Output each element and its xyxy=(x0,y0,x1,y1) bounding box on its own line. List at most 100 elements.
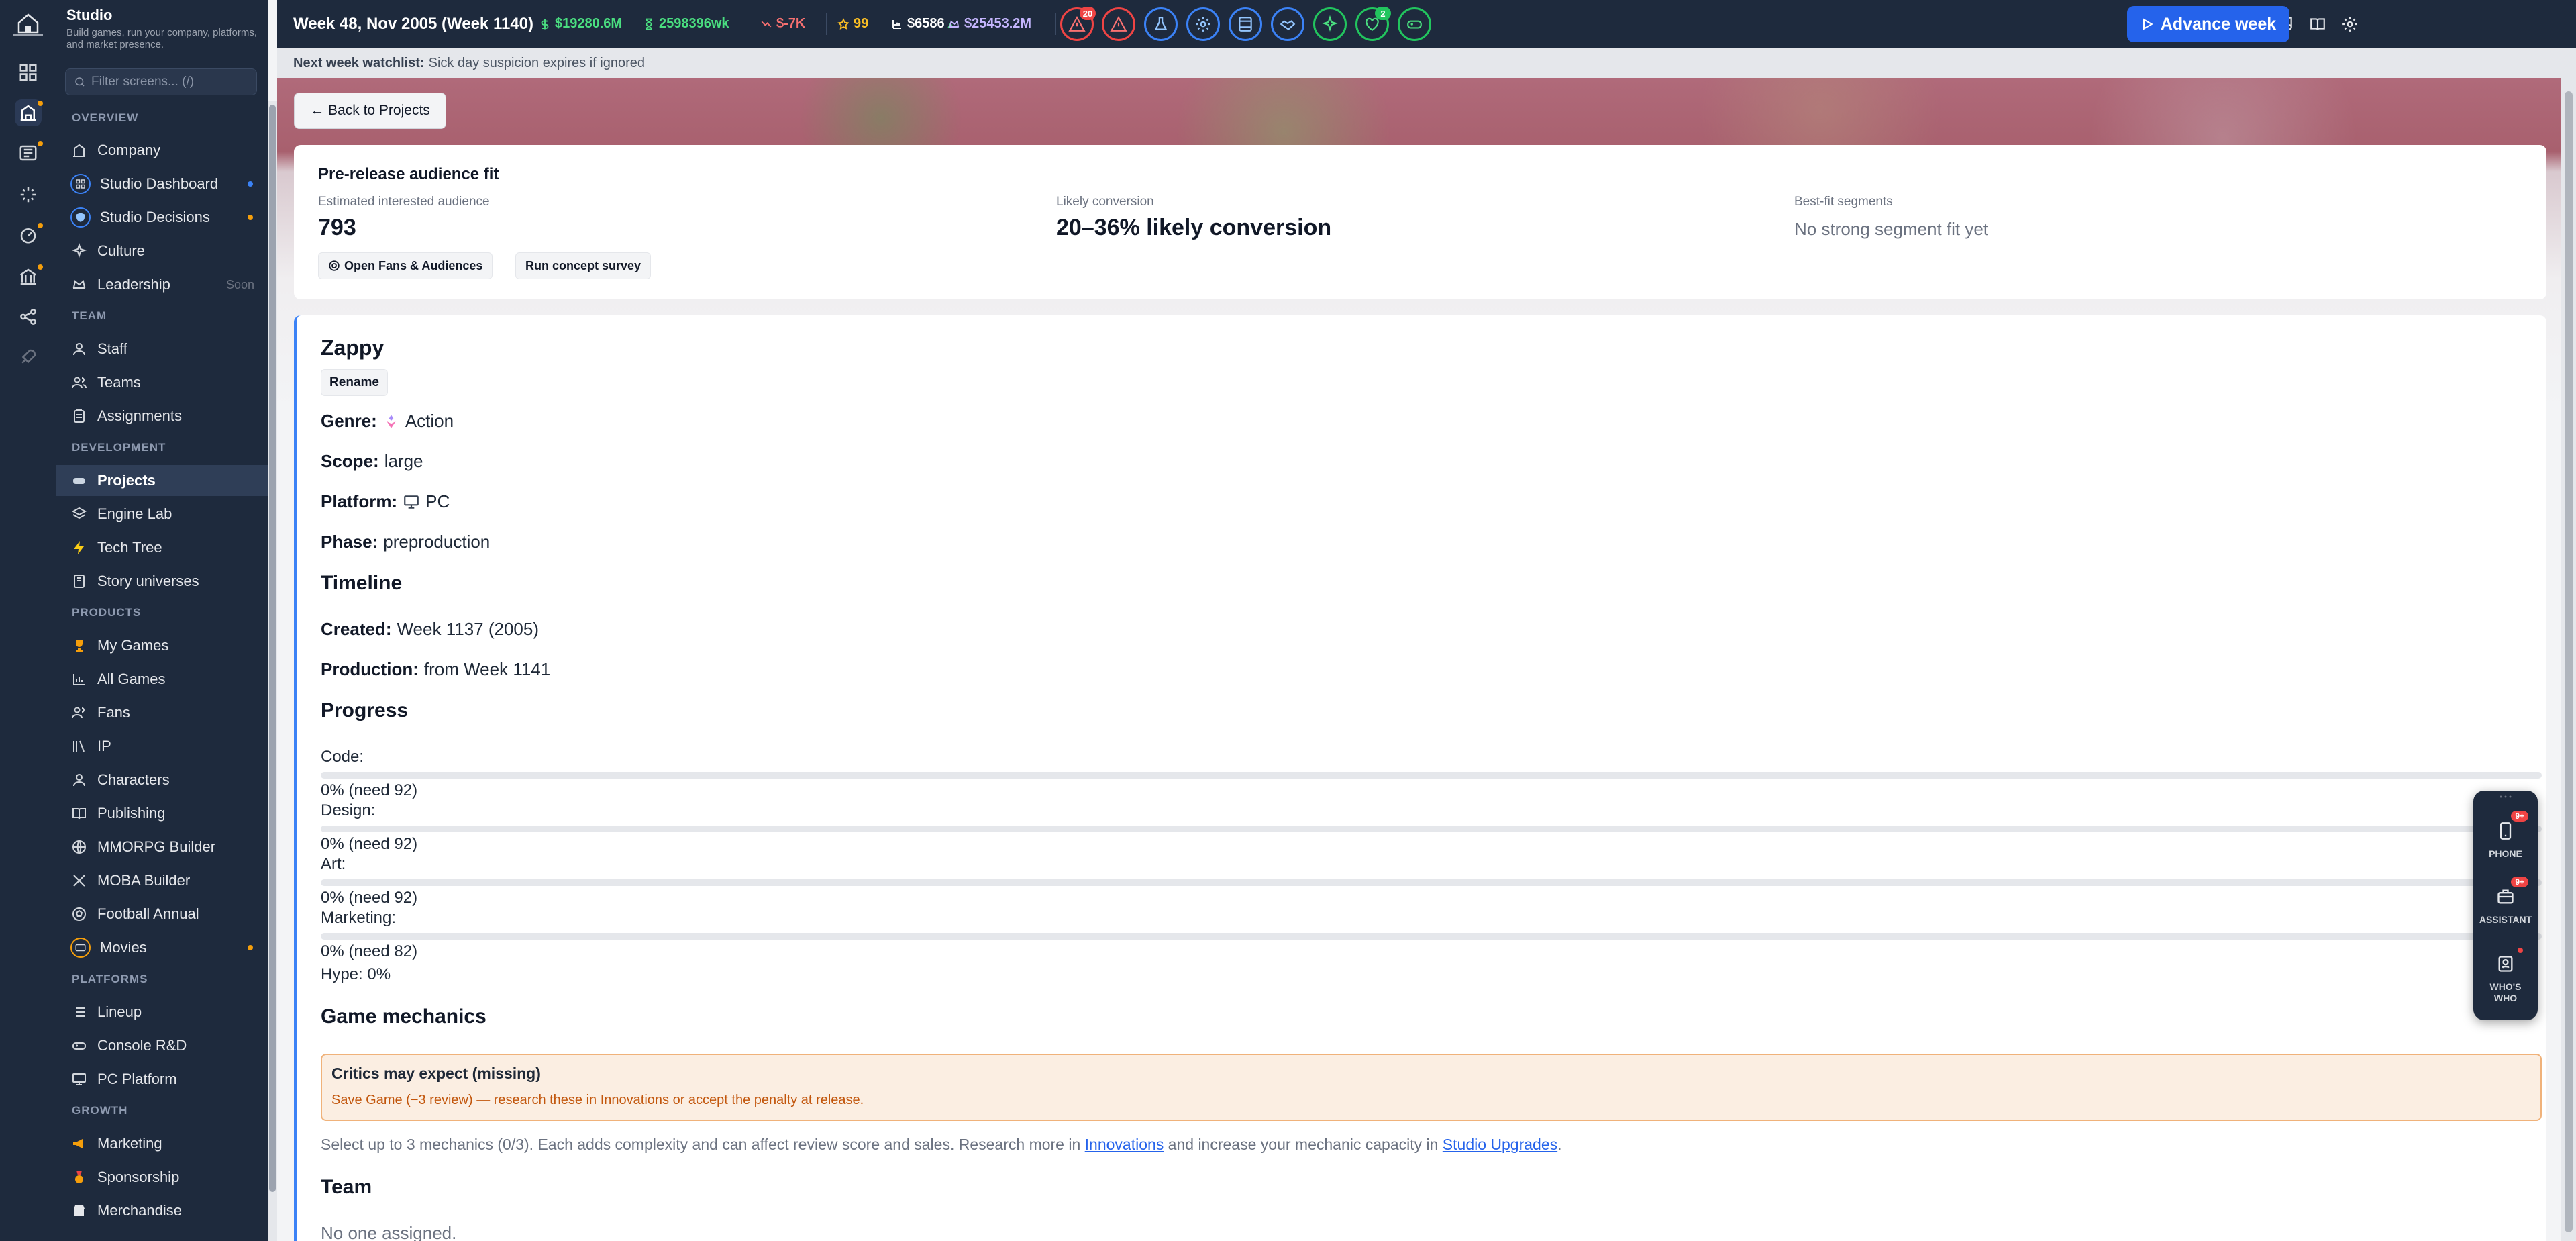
sparkles-icon xyxy=(70,242,88,260)
sidebar-item-mmorpg-builder[interactable]: MMORPG Builder xyxy=(56,832,268,862)
sidebar-scrollbar[interactable] xyxy=(268,101,277,1241)
value-value: $25453.2M xyxy=(964,16,1032,31)
handshake-icon xyxy=(1280,20,1296,30)
list-icon xyxy=(70,1003,88,1021)
alert-badge: 20 xyxy=(1080,7,1096,20)
sidebar-item-merchandise[interactable]: Merchandise xyxy=(56,1195,268,1226)
sidebar-item-my-games[interactable]: My Games xyxy=(56,630,268,661)
rocket-icon[interactable] xyxy=(15,344,42,370)
star-icon xyxy=(837,17,849,30)
engine-button[interactable] xyxy=(1186,7,1220,41)
delta-stat[interactable]: $-7K xyxy=(760,16,805,32)
sidebar-item-moba-builder[interactable]: MOBA Builder xyxy=(56,865,268,896)
sidebar-item-leadership[interactable]: Leadership Soon xyxy=(56,269,268,300)
open-fans-button[interactable]: Open Fans & Audiences xyxy=(318,252,493,279)
assistant-button[interactable]: 9+ ASSISTANT xyxy=(2473,877,2538,926)
advance-week-button[interactable]: Advance week xyxy=(2127,6,2289,42)
film-button[interactable] xyxy=(1229,7,1262,41)
growth-button[interactable] xyxy=(1313,7,1347,41)
main-scrollbar-thumb[interactable] xyxy=(2565,91,2573,1232)
status-dot xyxy=(248,945,253,950)
sidebar-item-ip[interactable]: IP xyxy=(56,731,268,762)
team-value: No one assigned. xyxy=(321,1223,457,1241)
main-scrollbar[interactable] xyxy=(2561,78,2576,1241)
sidebar-item-publishing[interactable]: Publishing xyxy=(56,798,268,829)
gauge-icon[interactable] xyxy=(15,221,43,248)
filter-screens-field[interactable] xyxy=(65,68,257,95)
studio-building-icon[interactable] xyxy=(15,99,43,126)
weekly-stat[interactable]: 2598396wk xyxy=(643,16,729,32)
rename-button[interactable]: Rename xyxy=(321,369,388,396)
games-button[interactable] xyxy=(1398,7,1431,41)
mechanics-heading: Game mechanics xyxy=(321,1005,486,1028)
sidebar-item-label: Sponsorship xyxy=(97,1169,180,1185)
sidebar-item-studio-dashboard[interactable]: Studio Dashboard xyxy=(56,168,268,199)
sidebar-item-football-annual[interactable]: Football Annual xyxy=(56,899,268,930)
briefcase-icon xyxy=(2497,889,2514,904)
alert-button[interactable]: 20 xyxy=(1060,7,1096,41)
sidebar-item-engine-lab[interactable]: Engine Lab xyxy=(56,499,268,530)
sidebar-item-tech-tree[interactable]: Tech Tree xyxy=(56,532,268,563)
grid-icon[interactable] xyxy=(15,59,42,86)
stars-stat[interactable]: 99 xyxy=(837,16,868,32)
sidebar-item-company[interactable]: Company xyxy=(56,135,268,166)
sidebar-item-culture[interactable]: Culture xyxy=(56,236,268,266)
watchlist-label: Next week watchlist: xyxy=(293,55,425,70)
globe-icon xyxy=(70,838,88,856)
sidebar-item-movies[interactable]: Movies xyxy=(56,932,268,963)
sidebar-item-staff[interactable]: Staff xyxy=(56,334,268,364)
sidebar-item-label: Lineup xyxy=(97,1003,142,1020)
research-button[interactable] xyxy=(1144,7,1178,41)
action-genre-icon xyxy=(382,413,400,430)
sidebar-item-studio-decisions[interactable]: Studio Decisions xyxy=(56,202,268,233)
back-to-projects-button[interactable]: ← Back to Projects xyxy=(294,93,446,129)
filter-screens-input[interactable] xyxy=(91,75,252,89)
best-fit-segments-value: No strong segment fit yet xyxy=(1794,219,1989,239)
settings-button[interactable] xyxy=(2339,13,2361,35)
drag-handle-icon[interactable] xyxy=(2499,795,2512,799)
production-value: from Week 1141 xyxy=(423,659,551,679)
deals-button[interactable] xyxy=(1271,7,1304,41)
share-icon[interactable] xyxy=(15,303,42,330)
price-stat[interactable]: $6586 ▲ xyxy=(891,16,955,32)
newspaper-icon[interactable] xyxy=(15,140,43,166)
phone-label: PHONE xyxy=(2489,848,2522,859)
value-stat[interactable]: $25453.2M xyxy=(948,16,1031,32)
sidebar-item-label: Tech Tree xyxy=(97,539,162,556)
progress-value: 0% (need 82) xyxy=(321,942,418,960)
section-team: TEAM xyxy=(72,309,107,322)
sidebar-item-console-rd[interactable]: Console R&D xyxy=(56,1030,268,1061)
sidebar-item-story-universes[interactable]: Story universes xyxy=(56,566,268,597)
assistant-label: ASSISTANT xyxy=(2479,914,2532,925)
sidebar-item-projects[interactable]: Projects xyxy=(56,465,268,496)
divider xyxy=(1055,13,1056,35)
timeline-heading: Timeline xyxy=(321,572,403,594)
sidebar-scrollbar-thumb[interactable] xyxy=(269,105,276,1192)
guide-button[interactable] xyxy=(2307,13,2328,35)
sidebar-item-lineup[interactable]: Lineup xyxy=(56,997,268,1028)
sidebar-item-fans[interactable]: Fans xyxy=(56,697,268,728)
innovations-link[interactable]: Innovations xyxy=(1085,1136,1164,1153)
whos-who-button[interactable]: WHO'S WHO xyxy=(2473,948,2538,1004)
delta-value: $-7K xyxy=(776,16,806,31)
cash-stat[interactable]: $19280.6M xyxy=(539,16,622,32)
sidebar-item-sponsorship[interactable]: Sponsorship xyxy=(56,1162,268,1193)
phone-button[interactable]: 9+ PHONE xyxy=(2473,811,2538,860)
sidebar-item-all-games[interactable]: All Games xyxy=(56,664,268,695)
sidebar-item-pc-platform[interactable]: PC Platform xyxy=(56,1064,268,1095)
sidebar-item-teams[interactable]: Teams xyxy=(56,367,268,398)
sidebar-item-characters[interactable]: Characters xyxy=(56,764,268,795)
run-survey-button[interactable]: Run concept survey xyxy=(515,252,652,279)
studio-upgrades-link[interactable]: Studio Upgrades xyxy=(1443,1136,1557,1153)
bank-icon[interactable] xyxy=(15,263,43,290)
search-icon xyxy=(75,77,85,87)
best-fit-segments: Best-fit segments No strong segment fit … xyxy=(1794,195,1988,240)
warning-button[interactable] xyxy=(1102,7,1135,41)
sparkle-icon[interactable] xyxy=(15,181,42,208)
shield-icon xyxy=(70,207,91,228)
fans-button[interactable]: 2 xyxy=(1355,7,1391,41)
sidebar-item-assignments[interactable]: Assignments xyxy=(56,401,268,432)
sidebar: Studio Build games, run your company, pl… xyxy=(56,0,268,1241)
sidebar-item-label: Publishing xyxy=(97,805,166,822)
sidebar-item-marketing[interactable]: Marketing xyxy=(56,1128,268,1159)
